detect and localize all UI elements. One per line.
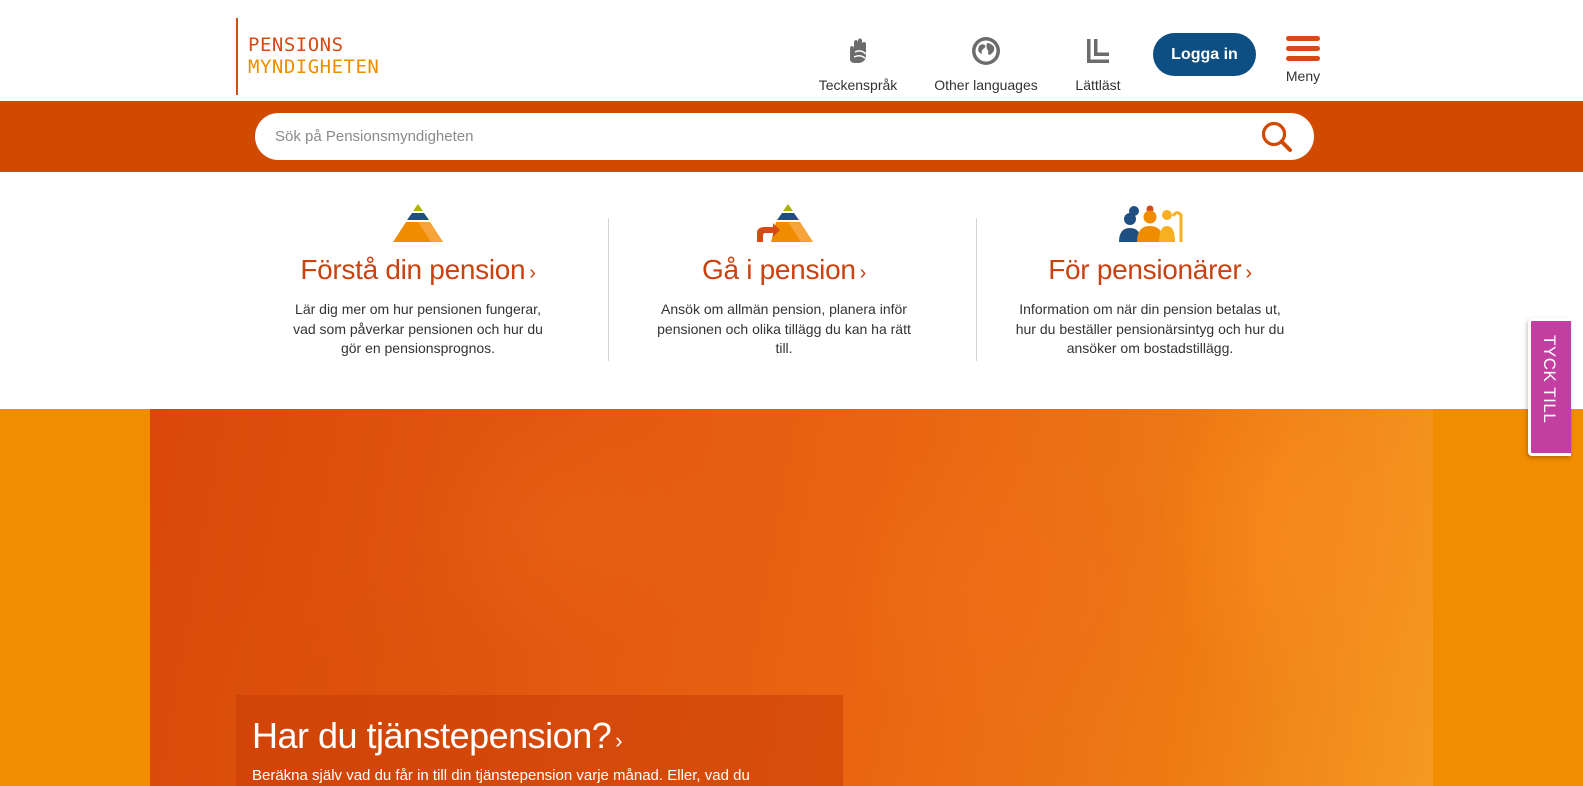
hero-teaser[interactable]: Har du tjänstepension? › Beräkna själv va… (236, 695, 843, 786)
search-band (0, 101, 1583, 172)
easy-read-link[interactable]: Lättläst (1068, 34, 1128, 93)
easy-read-label: Lättläst (1075, 77, 1121, 93)
chevron-right-icon: › (859, 262, 867, 284)
card-divider (976, 218, 977, 361)
card-pensioners[interactable]: För pensionärer › Information om när din … (1000, 202, 1300, 359)
globe-icon (972, 37, 1000, 65)
card-understand-pension[interactable]: Förstå din pension › Lär dig mer om hur p… (268, 202, 568, 359)
hamburger-icon (1286, 36, 1320, 66)
logo-line-1: PENSIONS (248, 34, 344, 56)
site-header: PENSIONS MYNDIGHETEN Teckenspråk Other l… (0, 0, 1583, 101)
search-button[interactable] (1258, 120, 1296, 154)
hero-title: Har du tjänstepension? › (252, 715, 623, 756)
card-title: För pensionärer › (1048, 254, 1252, 285)
pensioners-group-icon (1119, 205, 1183, 242)
card-retire[interactable]: Gå i pension › Ansök om allmän pension, p… (634, 202, 934, 359)
chevron-right-icon: › (529, 262, 536, 284)
search-input[interactable] (275, 113, 1235, 160)
hero-section: Har du tjänstepension? › Beräkna själv va… (0, 409, 1583, 786)
login-button[interactable]: Logga in (1153, 33, 1256, 76)
chevron-right-icon: › (615, 728, 623, 753)
card-divider (608, 218, 609, 361)
card-description: Lär dig mer om hur pensionen fungerar, v… (293, 301, 543, 356)
menu-button[interactable]: Meny (1280, 36, 1326, 84)
hero-image: Har du tjänstepension? › Beräkna själv va… (150, 409, 1433, 786)
logo[interactable]: PENSIONS MYNDIGHETEN (236, 18, 379, 95)
chevron-right-icon: › (1245, 262, 1252, 284)
search-icon (1261, 121, 1292, 152)
feedback-label: TYCK TILL (1540, 335, 1559, 424)
card-description: Ansök om allmän pension, planera inför p… (657, 301, 911, 356)
other-languages-link[interactable]: Other languages (926, 34, 1046, 93)
logo-line-2: MYNDIGHETEN (248, 56, 380, 78)
card-description: Information om när din pension betalas u… (1015, 301, 1285, 356)
other-languages-label: Other languages (934, 77, 1038, 93)
sign-language-link[interactable]: Teckenspråk (812, 34, 904, 93)
entry-cards: Förstå din pension › Lär dig mer om hur p… (0, 172, 1583, 409)
easy-read-icon (1087, 39, 1109, 63)
sign-language-label: Teckenspråk (818, 77, 898, 93)
search-box (255, 113, 1314, 160)
pension-pyramid-icon (393, 204, 443, 242)
page: PENSIONS MYNDIGHETEN Teckenspråk Other l… (0, 0, 1583, 786)
pyramid-arrow-icon (757, 204, 813, 242)
card-title: Gå i pension › (702, 254, 867, 285)
hero-text: Beräkna själv vad du får in till din tjä… (252, 767, 750, 784)
feedback-tab[interactable]: TYCK TILL (1528, 318, 1571, 456)
sign-language-icon (850, 38, 867, 63)
card-title: Förstå din pension › (300, 254, 536, 285)
menu-label: Meny (1285, 68, 1321, 84)
